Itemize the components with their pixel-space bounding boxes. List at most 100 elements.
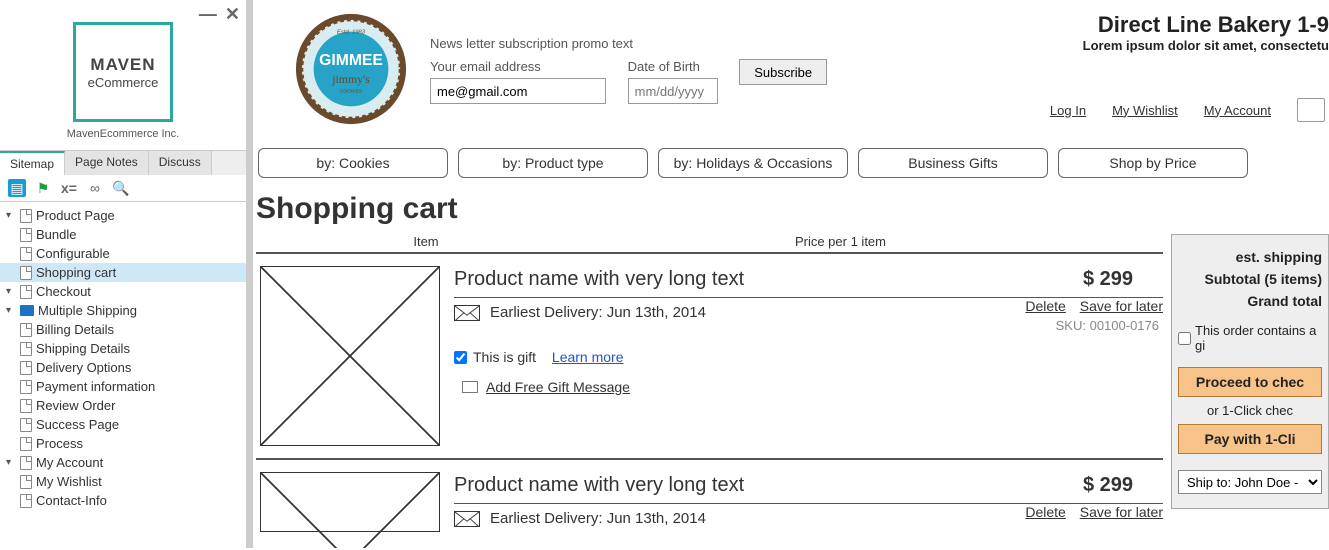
delete-link[interactable]: Delete <box>1025 298 1065 314</box>
tree-row[interactable]: ▾ Product Page <box>0 206 246 225</box>
dob-label: Date of Birth <box>628 59 718 74</box>
tree-row[interactable]: Shopping cart <box>0 263 246 282</box>
tree-row[interactable]: ▾Checkout <box>0 282 246 301</box>
tab-page-notes[interactable]: Page Notes <box>65 151 149 175</box>
checkout-button[interactable]: Proceed to chec <box>1178 367 1322 397</box>
tree-label: Configurable <box>36 246 110 261</box>
resize-handle[interactable] <box>247 0 253 548</box>
tree-row[interactable]: Process <box>0 434 246 453</box>
newsletter-block: News letter subscription promo text Your… <box>430 6 827 104</box>
tree-label: Billing Details <box>36 322 114 337</box>
tree-label: Product Page <box>36 208 115 223</box>
main-content: GIMMEE jimmy's COOKIES Estd. 1983 News l… <box>256 0 1329 548</box>
page-icon <box>20 323 32 337</box>
logo-line2: eCommerce <box>88 75 159 90</box>
gift-label: This is gift <box>473 349 536 365</box>
product-name: Product name with very long text <box>454 268 744 291</box>
gift-checkbox[interactable] <box>454 351 467 364</box>
header-subtitle: Lorem ipsum dolor sit amet, consectetu <box>1083 38 1329 53</box>
product-name: Product name with very long text <box>454 474 744 497</box>
account-link[interactable]: My Account <box>1204 103 1271 118</box>
minimize-icon[interactable]: — <box>199 4 217 25</box>
page-title: Shopping cart <box>256 188 1329 234</box>
account-links: Log In My Wishlist My Account <box>1050 98 1325 122</box>
tree-row[interactable]: Bundle <box>0 225 246 244</box>
est-shipping: est. shipping <box>1178 249 1322 265</box>
page-icon <box>20 342 32 356</box>
order-gift-checkbox[interactable] <box>1178 332 1191 345</box>
tree-row[interactable]: ▾ My Account <box>0 453 246 472</box>
oneclick-button[interactable]: Pay with 1-Cli <box>1178 424 1322 454</box>
tree-label: Bundle <box>36 227 76 242</box>
var-tool-icon[interactable]: x= <box>60 179 78 197</box>
delete-link[interactable]: Delete <box>1025 504 1065 520</box>
nav-business-gifts[interactable]: Business Gifts <box>858 148 1048 178</box>
ship-to-select[interactable]: Ship to: John Doe - New Y <box>1178 470 1322 494</box>
email-label: Your email address <box>430 59 606 74</box>
search-tool-icon[interactable]: 🔍 <box>112 179 130 197</box>
tree-label: Review Order <box>36 398 115 413</box>
page-tool-icon[interactable]: ▤ <box>8 179 26 197</box>
delivery-text: Earliest Delivery: Jun 13th, 2014 <box>490 304 706 321</box>
tree-row[interactable]: Review Order <box>0 396 246 415</box>
save-later-link[interactable]: Save for later <box>1080 298 1163 314</box>
tree-label: Shipping Details <box>36 341 130 356</box>
tree-label: My Account <box>36 455 103 470</box>
tree-row[interactable]: Billing Details <box>0 320 246 339</box>
page-icon <box>20 437 32 451</box>
tree-row[interactable]: Success Page <box>0 415 246 434</box>
tree-label: Payment information <box>36 379 155 394</box>
learn-more-link[interactable]: Learn more <box>552 349 624 365</box>
tree-label: Delivery Options <box>36 360 131 375</box>
page-icon <box>20 475 32 489</box>
nav-holidays[interactable]: by: Holidays & Occasions <box>658 148 848 178</box>
tab-discuss[interactable]: Discuss <box>149 151 212 175</box>
envelope-icon <box>454 511 480 527</box>
tree-arrow-icon: ▾ <box>6 457 16 468</box>
tree-label: Success Page <box>36 417 119 432</box>
tab-sitemap[interactable]: Sitemap <box>0 151 65 175</box>
sitemap-tree: ▾ Product Page Bundle Configurable Shopping … <box>0 202 246 550</box>
tree-label: Multiple Shipping <box>38 303 137 318</box>
close-icon[interactable]: ✕ <box>225 4 240 25</box>
envelope-icon <box>454 305 480 321</box>
tree-row[interactable]: Delivery Options <box>0 358 246 377</box>
subtotal: Subtotal (5 items) <box>1178 271 1322 287</box>
tree-arrow-icon: ▾ <box>6 210 16 221</box>
login-link[interactable]: Log In <box>1050 103 1086 118</box>
email-field[interactable] <box>430 78 606 104</box>
svg-text:Estd. 1983: Estd. 1983 <box>337 30 366 36</box>
tree-row[interactable]: Shipping Details <box>0 339 246 358</box>
nav-shop-price[interactable]: Shop by Price <box>1058 148 1248 178</box>
cart-item: Product name with very long text $ 299 E… <box>256 254 1163 460</box>
subscribe-button[interactable]: Subscribe <box>739 59 827 85</box>
link-tool-icon[interactable]: ∞ <box>86 179 104 197</box>
tree-label: Contact-Info <box>36 493 107 508</box>
tree-row[interactable]: Payment information <box>0 377 246 396</box>
nav-product-type[interactable]: by: Product type <box>458 148 648 178</box>
tree-row[interactable]: Contact-Info <box>0 491 246 510</box>
tree-row[interactable]: ▾Multiple Shipping <box>0 301 246 320</box>
page-icon <box>20 380 32 394</box>
wireframe-sidebar: — ✕ MAVEN eCommerce MavenEcommerce Inc. … <box>0 0 247 548</box>
tree-row[interactable]: Configurable <box>0 244 246 263</box>
page-icon <box>20 285 32 299</box>
product-thumbnail[interactable] <box>260 266 440 446</box>
add-gift-message-link[interactable]: Add Free Gift Message <box>486 379 630 395</box>
order-gift-label: This order contains a gi <box>1195 323 1322 353</box>
grand-total: Grand total <box>1178 293 1322 309</box>
page-icon <box>20 228 32 242</box>
save-later-link[interactable]: Save for later <box>1080 504 1163 520</box>
flag-tool-icon[interactable]: ⚑ <box>34 179 52 197</box>
sidebar-toolbar: ▤ ⚑ x= ∞ 🔍 <box>0 175 246 202</box>
dob-field[interactable] <box>628 78 718 104</box>
wishlist-link[interactable]: My Wishlist <box>1112 103 1178 118</box>
or-oneclick-text: or 1-Click chec <box>1178 403 1322 418</box>
product-thumbnail[interactable] <box>260 472 440 532</box>
nav-cookies[interactable]: by: Cookies <box>258 148 448 178</box>
brand-logo: GIMMEE jimmy's COOKIES Estd. 1983 <box>292 10 410 128</box>
svg-text:jimmy's: jimmy's <box>331 72 370 86</box>
col-price: Price per 1 item <box>596 234 896 249</box>
tree-row[interactable]: My Wishlist <box>0 472 246 491</box>
search-input-stub[interactable] <box>1297 98 1325 122</box>
